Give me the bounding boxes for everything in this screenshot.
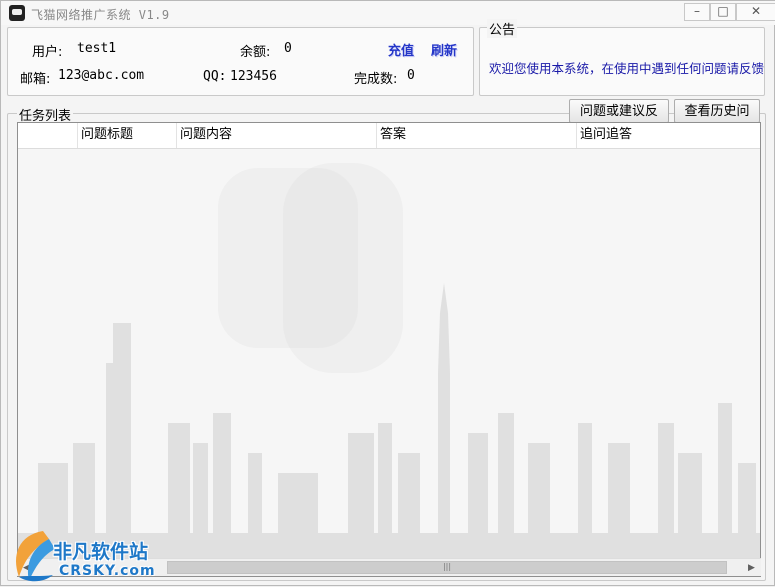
column-header-content[interactable]: 问题内容 bbox=[177, 123, 377, 148]
column-header-title[interactable]: 问题标题 bbox=[78, 123, 177, 148]
completed-label: 完成数: bbox=[354, 72, 398, 87]
completed-value: 0 bbox=[407, 68, 415, 83]
scroll-thumb[interactable]: ||| bbox=[167, 561, 727, 574]
skyline-background-image bbox=[18, 163, 760, 576]
task-table[interactable]: 问题标题 问题内容 答案 追问追答 bbox=[17, 122, 761, 577]
maximize-button[interactable]: □ bbox=[710, 3, 736, 21]
notice-legend: 公告 bbox=[487, 19, 518, 38]
close-button[interactable]: ✕ bbox=[736, 3, 775, 21]
qq-label: QQ: bbox=[203, 69, 227, 84]
watermark-site: CRSKY.com bbox=[59, 563, 156, 579]
table-header: 问题标题 问题内容 答案 追问追答 bbox=[18, 123, 760, 149]
watermark-logo-icon bbox=[16, 531, 55, 582]
history-button[interactable]: 查看历史问答 bbox=[674, 99, 760, 140]
refresh-link[interactable]: 刷新 bbox=[431, 40, 457, 59]
app-window: 飞猫网络推广系统 V1.9 – □ ✕ 用户: test1 余额: 0 充值 刷… bbox=[0, 0, 775, 586]
minimize-button[interactable]: – bbox=[684, 3, 710, 21]
notice-panel: 欢迎您使用本系统，在使用中遇到任何问题请反馈 bbox=[479, 27, 765, 96]
user-value: test1 bbox=[77, 41, 117, 56]
balance-value: 0 bbox=[284, 41, 292, 56]
notice-text: 欢迎您使用本系统，在使用中遇到任何问题请反馈 bbox=[489, 61, 765, 76]
email-value: 123@abc.com bbox=[58, 68, 145, 83]
title-bar: 飞猫网络推广系统 V1.9 – □ ✕ bbox=[1, 1, 775, 25]
watermark-name: 非凡软件站 bbox=[53, 541, 149, 563]
email-label: 邮箱: bbox=[20, 72, 51, 87]
balance-label: 余额: bbox=[240, 45, 271, 60]
feedback-button[interactable]: 问题或建议反馈 bbox=[569, 99, 669, 140]
site-watermark: 非凡软件站 CRSKY.com bbox=[1, 525, 161, 587]
column-header-index[interactable] bbox=[18, 123, 78, 148]
account-panel: 用户: test1 余额: 0 充值 刷新 邮箱: 123@abc.com QQ… bbox=[7, 27, 474, 96]
scroll-right-icon[interactable]: ▶ bbox=[743, 560, 760, 576]
user-label: 用户: bbox=[32, 45, 63, 60]
recharge-link[interactable]: 充值 bbox=[388, 40, 414, 59]
column-header-answer[interactable]: 答案 bbox=[377, 123, 577, 148]
window-title: 飞猫网络推广系统 V1.9 bbox=[31, 8, 170, 22]
cat-logo-icon bbox=[9, 5, 25, 21]
column-header-followup[interactable]: 追问追答 bbox=[577, 123, 760, 148]
qq-value: 123456 bbox=[230, 69, 277, 84]
